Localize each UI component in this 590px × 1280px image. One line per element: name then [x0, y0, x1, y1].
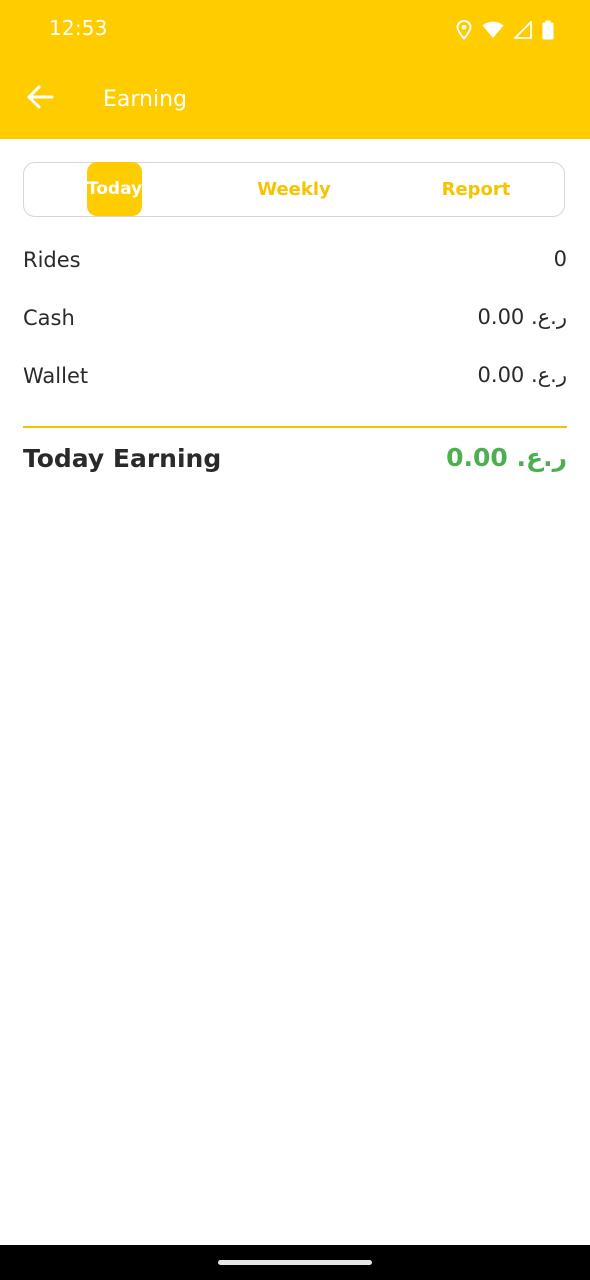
- wallet-label: Wallet: [23, 364, 89, 388]
- cash-row: Cash 0.00 .ر.ع: [23, 300, 567, 340]
- page-title: Earning: [103, 87, 188, 112]
- home-indicator[interactable]: [218, 1260, 372, 1265]
- signal-icon: [514, 21, 532, 39]
- wallet-value: 0.00 .ر.ع: [477, 363, 567, 387]
- period-tabs: Today Weekly Report: [23, 162, 565, 217]
- status-time: 12:53: [49, 16, 108, 40]
- cash-value: 0.00 .ر.ع: [477, 305, 567, 329]
- rides-value: 0: [553, 247, 567, 271]
- rides-row: Rides 0: [23, 242, 567, 282]
- today-earning-value: 0.00 .ر.ع: [446, 443, 567, 472]
- system-nav-bar: [0, 1245, 590, 1280]
- location-icon: [456, 20, 472, 40]
- divider: [23, 426, 567, 428]
- tab-today[interactable]: Today: [87, 162, 142, 216]
- cash-label: Cash: [23, 306, 75, 330]
- tab-report[interactable]: Report: [426, 163, 526, 215]
- app-header: 12:53 Earning: [0, 0, 590, 139]
- wallet-row: Wallet 0.00 .ر.ع: [23, 358, 567, 398]
- earning-screen: 12:53 Earning Today Weekly Report Rides …: [0, 0, 590, 1280]
- today-earning-row: Today Earning 0.00 .ر.ع: [23, 441, 567, 485]
- status-icons: [456, 18, 554, 42]
- wifi-icon: [482, 21, 504, 39]
- arrow-left-icon: [26, 83, 54, 116]
- rides-label: Rides: [23, 248, 81, 272]
- battery-icon: [542, 20, 554, 40]
- tab-weekly[interactable]: Weekly: [244, 163, 344, 215]
- today-earning-label: Today Earning: [23, 444, 222, 473]
- back-button[interactable]: [22, 81, 58, 117]
